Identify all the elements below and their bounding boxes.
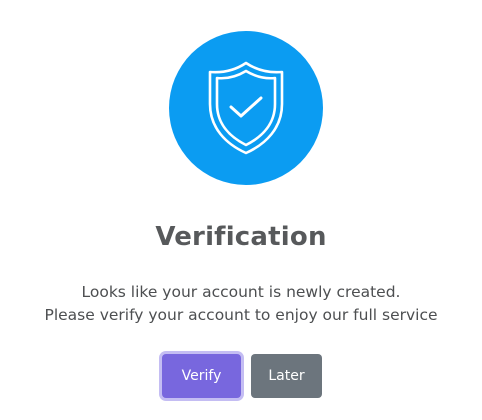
- dialog-message: Looks like your account is newly created…: [0, 281, 482, 327]
- verify-button[interactable]: Verify: [162, 354, 241, 398]
- verification-dialog: Verification Looks like your account is …: [0, 0, 482, 420]
- shield-check-badge: [169, 31, 323, 185]
- message-line-1: Looks like your account is newly created…: [81, 283, 401, 301]
- message-line-2: Please verify your account to enjoy our …: [44, 306, 438, 324]
- dialog-actions: Verify Later: [0, 354, 482, 398]
- dialog-title: Verification: [155, 222, 327, 252]
- shield-check-icon: [208, 61, 284, 155]
- later-button[interactable]: Later: [251, 354, 322, 398]
